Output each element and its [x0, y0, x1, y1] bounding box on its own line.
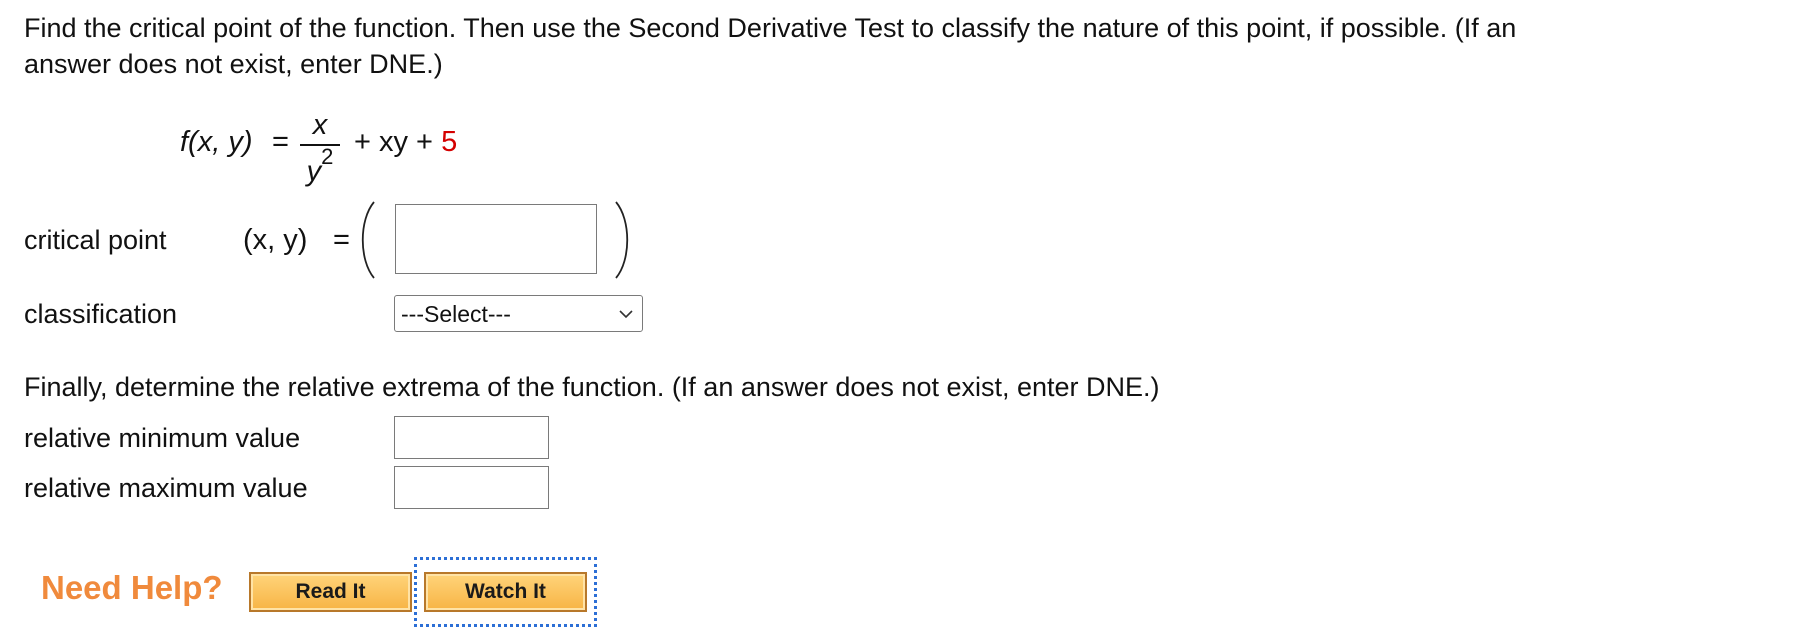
- function-lhs: f(x, y): [180, 126, 253, 158]
- classification-select[interactable]: ---Select---: [394, 295, 643, 332]
- question-line-1: Find the critical point of the function.…: [24, 13, 1517, 43]
- right-paren-icon: [615, 201, 629, 279]
- relative-max-input[interactable]: [394, 466, 549, 509]
- fraction: x y2: [300, 108, 340, 189]
- critical-point-xy: (x, y): [243, 224, 308, 256]
- formula-rest: + xy + 5: [354, 126, 457, 159]
- fraction-denominator: y2: [300, 144, 340, 189]
- relative-max-label: relative maximum value: [24, 473, 308, 503]
- relative-min-input[interactable]: [394, 416, 549, 459]
- critical-point-equals: =: [333, 224, 350, 256]
- need-help-heading: Need Help?: [41, 569, 223, 606]
- critical-point-input[interactable]: [395, 204, 597, 274]
- chevron-down-icon: [619, 310, 633, 319]
- question-text: Find the critical point of the function.…: [24, 10, 1764, 82]
- left-paren-icon: [361, 201, 375, 279]
- read-it-button[interactable]: Read It: [249, 572, 412, 612]
- denominator-exponent: 2: [321, 144, 334, 169]
- formula-equals: =: [272, 126, 289, 158]
- question-line-2: answer does not exist, enter DNE.): [24, 49, 443, 79]
- watch-it-button[interactable]: Watch It: [424, 572, 587, 612]
- classification-label: classification: [24, 299, 178, 329]
- formula-constant: 5: [441, 126, 458, 158]
- formula-middle: + xy +: [354, 126, 433, 158]
- classification-selected-value: ---Select---: [401, 301, 511, 327]
- extrema-instruction: Finally, determine the relative extrema …: [24, 372, 1160, 402]
- relative-min-label: relative minimum value: [24, 423, 301, 453]
- critical-point-label: critical point: [24, 225, 167, 255]
- fraction-numerator: x: [312, 109, 328, 141]
- denominator-base: y: [306, 155, 322, 188]
